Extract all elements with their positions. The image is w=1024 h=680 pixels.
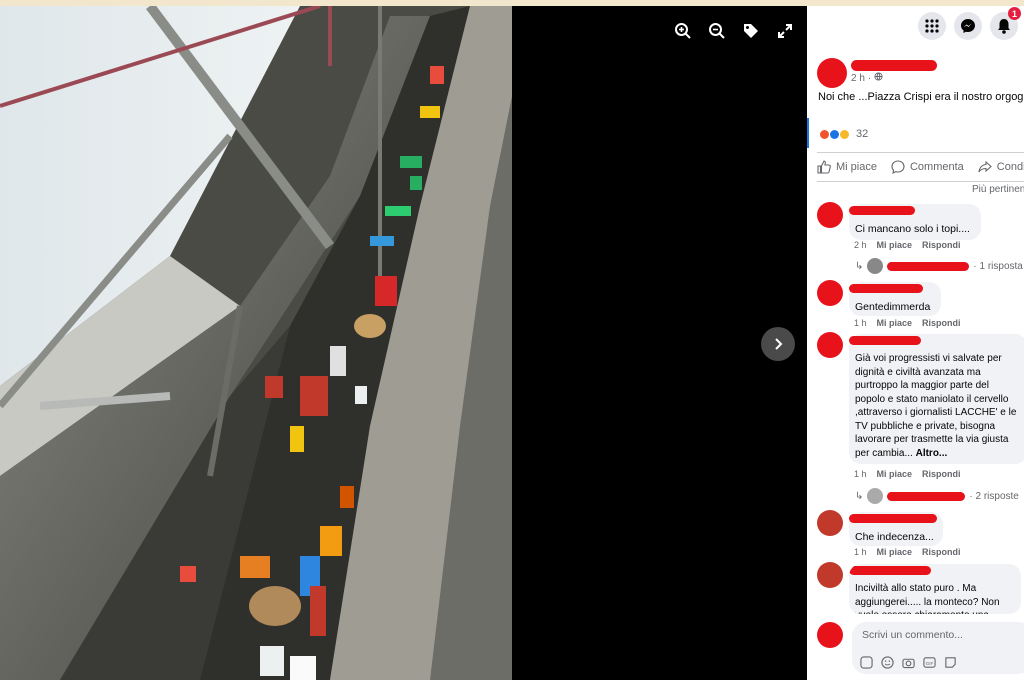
commenter-name-redacted[interactable] [849,566,931,575]
reaction-count: 32 [856,128,869,140]
comment-input-placeholder: Scrivi un commento... [862,629,963,641]
comment-meta: 1 h Mi piace Rispondi [854,469,961,479]
view-replies-link[interactable]: ↳ · 2 risposte [855,488,1019,504]
comment-input[interactable]: Scrivi un commento... GIF [852,622,1024,674]
commenter-name-redacted[interactable] [849,514,937,523]
like-label: Mi piace [836,161,877,173]
tag-icon[interactable] [740,20,762,42]
viewer-toolbar [672,20,796,42]
messenger-icon[interactable] [954,12,982,40]
zoom-out-icon[interactable] [706,20,728,42]
see-more-link[interactable]: Altro... [916,448,948,459]
comment-meta: 2 h Mi piace Rispondi [854,240,961,250]
next-photo-button[interactable] [761,327,795,361]
photo-viewer [0,6,807,680]
post-caption: Noi che ...Piazza Crispi era il nostro o… [818,91,1024,103]
share-button[interactable]: Condividi [978,160,1024,174]
composer-tools: GIF [860,656,957,669]
like-button[interactable]: Mi piace [817,160,877,174]
svg-text:GIF: GIF [926,661,934,666]
comment-meta: 1 h Mi piace Rispondi [854,318,961,328]
comment-bubble: Ci mancano solo i topi.... [849,204,981,240]
comment-composer: Scrivi un commento... GIF [817,618,1024,678]
menu-grid-icon[interactable] [918,12,946,40]
post-actions: Mi piace Commenta Condividi [817,152,1024,182]
comment-reply-link[interactable]: Rispondi [922,318,961,328]
thumbs-up-icon [817,160,831,174]
photo-bus-shelter-litter [0,6,512,680]
post-photo [0,6,512,680]
commenter-avatar[interactable] [817,510,843,536]
comment-reply-link[interactable]: Rispondi [922,240,961,250]
comment-like-link[interactable]: Mi piace [877,240,913,250]
author-avatar[interactable] [817,58,847,88]
commenter-avatar[interactable] [817,562,843,588]
comment-label: Commenta [909,161,964,173]
comment-bubble: Inciviltà allo stato puro . Ma aggiunger… [849,564,1021,614]
comment-like-link[interactable]: Mi piace [877,469,913,479]
comment-text: Già voi progressisti vi salvate per dign… [855,353,1017,459]
share-label: Condividi [996,161,1024,173]
zoom-in-icon[interactable] [672,20,694,42]
notification-count-badge: 1 [1008,7,1021,20]
comment-bubble: Che indecenza... [849,512,943,546]
commenter-name-redacted[interactable] [849,336,921,345]
emoji-icon[interactable] [881,656,894,669]
accent-edge [807,118,809,148]
post-side-panel: 1 2 h · Noi che ...Piazza Crispi era il … [807,6,1024,680]
comment-like-link[interactable]: Mi piace [877,547,913,557]
avatar-sticker-icon[interactable] [944,656,957,669]
header-icons: 1 [807,6,1024,46]
reply-avatar [867,258,884,274]
post-time[interactable]: 2 h [851,73,865,84]
post-meta: 2 h · [851,72,883,84]
replier-name-redacted [887,491,966,501]
gif-icon[interactable]: GIF [923,656,936,669]
notifications-icon[interactable]: 1 [990,7,1021,40]
comment-like-link[interactable]: Mi piace [877,318,913,328]
comment-meta: 1 h Mi piace Rispondi [854,547,961,557]
commenter-name-redacted[interactable] [849,206,915,215]
author-name-redacted[interactable] [851,60,937,71]
reactions-summary[interactable]: 32 [819,128,868,140]
comment-text: Ci mancano solo i topi.... [855,223,970,235]
camera-icon[interactable] [902,656,915,669]
fullscreen-icon[interactable] [774,20,796,42]
share-icon [978,160,992,173]
globe-icon [874,72,883,81]
view-replies-link[interactable]: ↳ · 1 risposta [855,258,1023,274]
comment-reply-link[interactable]: Rispondi [922,547,961,557]
commenter-avatar[interactable] [817,280,843,306]
current-user-avatar[interactable] [817,622,843,648]
comment-text: Che indecenza... [855,531,934,543]
reply-avatar [867,488,884,504]
commenter-avatar[interactable] [817,202,843,228]
commenter-avatar[interactable] [817,332,843,358]
comment-sort-dropdown[interactable]: Più pertinenti [972,184,1024,195]
sticker-icon[interactable] [860,656,873,669]
chevron-right-icon [775,338,783,350]
comment-button[interactable]: Commenta [891,160,964,174]
comment-text: Gentedimmerda [855,301,931,313]
comment-bubble: Già voi progressisti vi salvate per dign… [849,334,1024,464]
replier-name-redacted [887,261,970,271]
comment-bubble: Gentedimmerda [849,282,941,316]
sad-reaction-icon [839,128,850,140]
comment-text: Inciviltà allo stato puro . Ma aggiunger… [855,583,1000,614]
commenter-name-redacted[interactable] [849,284,923,293]
comment-reply-link[interactable]: Rispondi [922,469,961,479]
comment-icon [891,160,905,174]
